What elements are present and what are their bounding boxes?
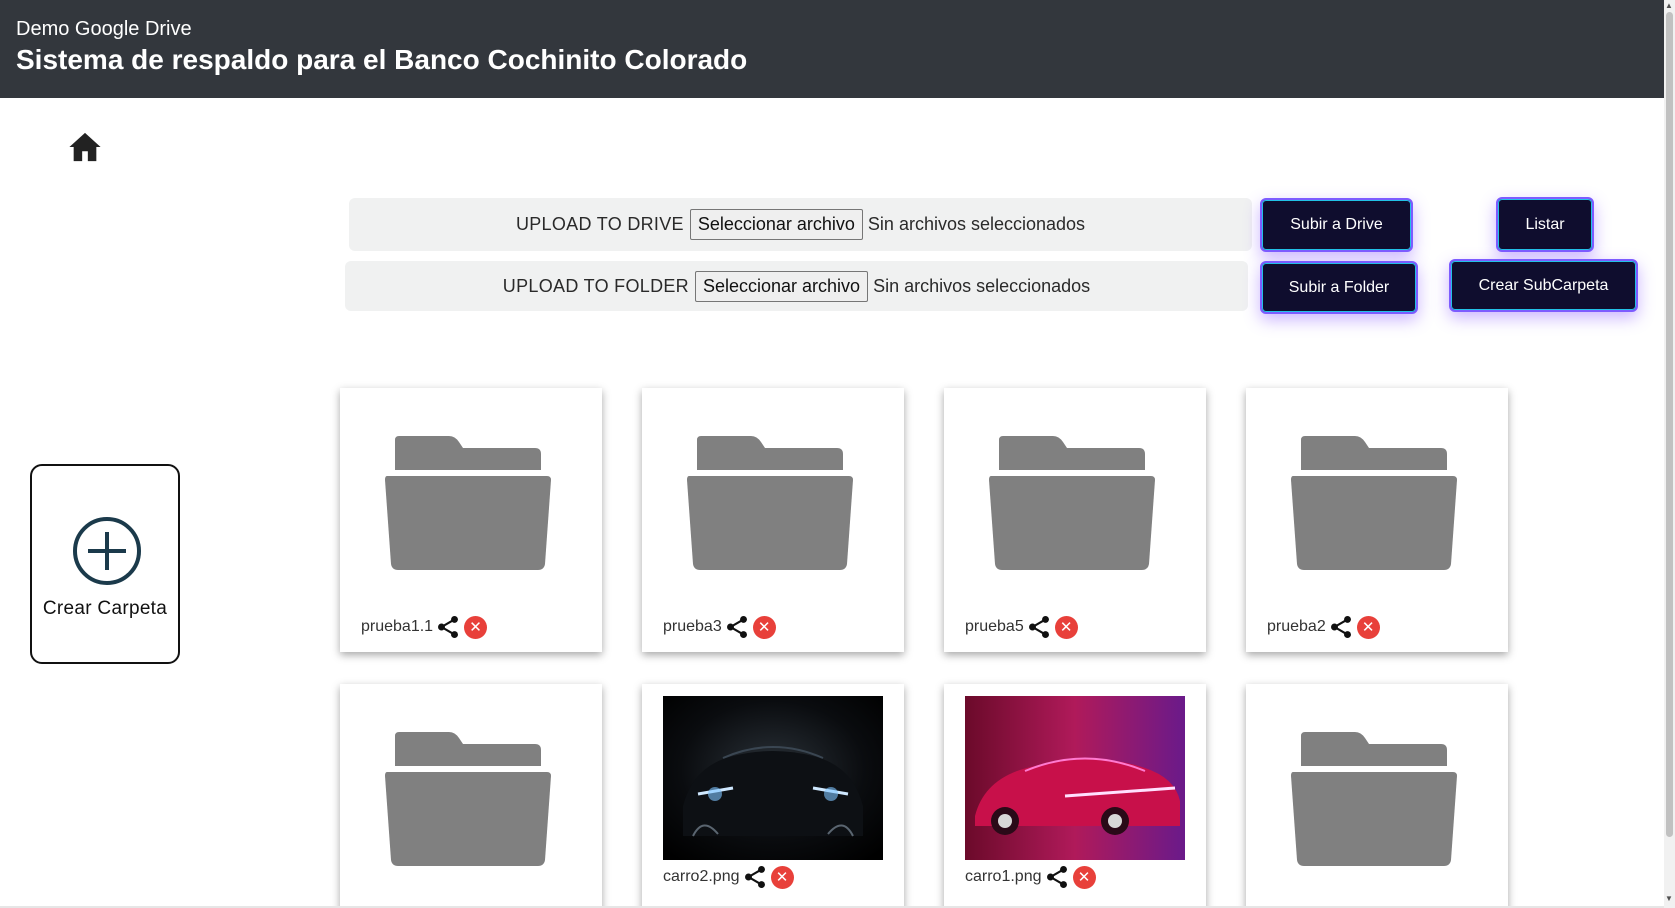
upload-to-folder-label: UPLOAD TO FOLDER bbox=[502, 275, 689, 296]
upload-to-drive-row: UPLOAD TO DRIVE Seleccionar archivo Sin … bbox=[349, 198, 1252, 251]
file-name[interactable]: prueba1.1 bbox=[361, 618, 433, 636]
share-icon[interactable] bbox=[1044, 864, 1070, 890]
folder-icon bbox=[385, 436, 551, 570]
share-icon[interactable] bbox=[742, 864, 768, 890]
file-card[interactable] bbox=[340, 684, 602, 908]
delete-icon[interactable]: ✕ bbox=[752, 615, 776, 639]
file-card[interactable]: carro2.png ✕ bbox=[642, 684, 904, 908]
scrollbar-thumb[interactable] bbox=[1666, 12, 1673, 837]
home-icon[interactable] bbox=[68, 130, 102, 164]
delete-icon[interactable]: ✕ bbox=[1054, 615, 1078, 639]
file-card[interactable]: carro1.png ✕ bbox=[944, 684, 1206, 908]
file-status-folder: Sin archivos seleccionados bbox=[873, 275, 1091, 296]
delete-icon[interactable]: ✕ bbox=[464, 615, 488, 639]
folder-icon bbox=[989, 436, 1155, 570]
delete-icon[interactable]: ✕ bbox=[770, 865, 794, 889]
file-status-drive: Sin archivos seleccionados bbox=[867, 214, 1086, 234]
file-name[interactable]: prueba2 bbox=[1267, 618, 1326, 636]
share-icon[interactable] bbox=[724, 614, 750, 640]
subir-a-folder-button[interactable]: Subir a Folder bbox=[1260, 261, 1418, 314]
folder-icon bbox=[1291, 436, 1457, 570]
folder-icon bbox=[687, 436, 853, 570]
app-header: Demo Google Drive Sistema de respaldo pa… bbox=[0, 0, 1664, 98]
delete-icon[interactable]: ✕ bbox=[1356, 615, 1380, 639]
subir-a-drive-button[interactable]: Subir a Drive bbox=[1260, 198, 1413, 252]
delete-icon[interactable]: ✕ bbox=[1072, 865, 1096, 889]
share-icon[interactable] bbox=[1328, 614, 1354, 640]
scroll-up-arrow-icon[interactable]: ▲ bbox=[1665, 1, 1673, 11]
share-icon[interactable] bbox=[435, 614, 461, 640]
page-title: Sistema de respaldo para el Banco Cochin… bbox=[16, 44, 748, 75]
file-card[interactable]: prueba3 ✕ bbox=[642, 388, 904, 652]
plus-circle-icon bbox=[73, 517, 141, 585]
file-card[interactable]: prueba5 ✕ bbox=[944, 388, 1206, 652]
share-icon[interactable] bbox=[1026, 614, 1052, 640]
select-file-button-folder[interactable]: Seleccionar archivo bbox=[694, 270, 869, 302]
scroll-down-arrow-icon[interactable]: ▼ bbox=[1665, 894, 1673, 904]
upload-to-drive-label: UPLOAD TO DRIVE bbox=[515, 214, 684, 234]
app-subtitle: Demo Google Drive bbox=[16, 18, 192, 40]
upload-to-folder-row: UPLOAD TO FOLDER Seleccionar archivo Sin… bbox=[345, 261, 1248, 311]
folder-icon bbox=[385, 732, 551, 866]
crear-carpeta-card[interactable]: Crear Carpeta bbox=[30, 464, 180, 664]
file-card[interactable]: prueba2 ✕ bbox=[1246, 388, 1508, 652]
file-name[interactable]: prueba5 bbox=[965, 618, 1024, 636]
vertical-scrollbar[interactable]: ▲ ▼ bbox=[1664, 0, 1675, 908]
image-thumbnail[interactable] bbox=[965, 696, 1185, 860]
folder-icon bbox=[1291, 732, 1457, 866]
select-file-button-drive[interactable]: Seleccionar archivo bbox=[689, 209, 863, 240]
file-card[interactable]: prueba1.1 ✕ bbox=[340, 388, 602, 652]
crear-carpeta-label: Crear Carpeta bbox=[42, 598, 168, 619]
file-card[interactable] bbox=[1246, 684, 1508, 908]
listar-button[interactable]: Listar bbox=[1496, 197, 1594, 252]
file-name[interactable]: prueba3 bbox=[663, 618, 722, 636]
file-name[interactable]: carro2.png bbox=[663, 868, 740, 886]
crear-subcarpeta-button[interactable]: Crear SubCarpeta bbox=[1449, 259, 1638, 312]
file-name[interactable]: carro1.png bbox=[965, 868, 1042, 886]
image-thumbnail[interactable] bbox=[663, 696, 883, 860]
